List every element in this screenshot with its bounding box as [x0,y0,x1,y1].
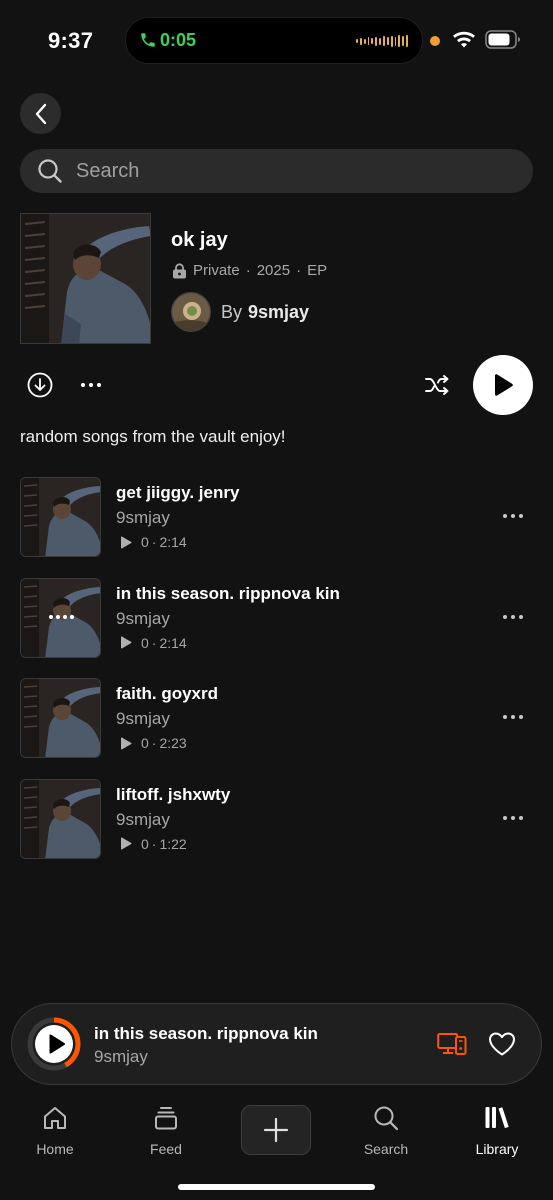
search-icon [374,1106,399,1131]
more-options-icon[interactable] [79,376,103,394]
track-stats: 0 · 1:22 [120,836,187,852]
by-label: By [221,301,243,322]
audio-waveform-icon [356,34,409,48]
visibility-label: Private [193,262,240,279]
avatar [171,292,211,332]
now-playing-indicator-icon [49,614,74,619]
more-options-icon[interactable] [501,708,525,726]
more-options-icon[interactable] [501,608,525,626]
album-title: ok jay [171,229,228,251]
home-icon [44,1107,66,1129]
track-title: faith. goyxrd [116,684,219,703]
upload-add-button[interactable] [241,1105,311,1155]
feed-icon [155,1107,177,1130]
more-options-icon[interactable] [501,809,525,827]
separator-dot: · [245,262,251,279]
play-count-icon [121,736,132,750]
mini-player-play-button[interactable] [27,1017,81,1071]
separator-dot: · [296,262,302,279]
separator-dot: · [151,634,157,651]
tab-library[interactable]: Library [457,1104,537,1157]
shuffle-icon[interactable] [424,373,451,397]
tab-label: Library [475,1141,519,1157]
track-artwork [20,678,101,758]
album-meta: Private · 2025 · EP [172,262,327,279]
connected-device-icon[interactable] [437,1031,467,1057]
track-row[interactable]: faith. goyxrd 9smjay 0 · 2:23 [20,678,533,758]
play-icon [495,374,513,396]
release-type: EP [307,262,328,279]
search-bar[interactable] [20,149,533,193]
tab-label: Home [36,1141,74,1157]
tab-bar: Home Feed Search Library [0,1094,553,1200]
track-artwork [20,477,101,557]
status-time: 9:37 [48,28,94,53]
track-title: liftoff. jshxwty [116,784,231,804]
status-bar: 9:37 0:05 [0,0,553,80]
mini-player[interactable]: in this season. rippnova kin 9smjay [11,1003,542,1085]
play-count: 0 [141,735,149,751]
more-options-icon[interactable] [501,507,525,525]
library-icon [485,1107,509,1129]
track-duration: 2:14 [159,634,187,651]
track-artwork [20,577,101,658]
artist-link[interactable]: By 9smjay [171,292,309,332]
release-year: 2025 [256,262,291,279]
play-count: 0 [141,634,149,651]
battery-icon [485,30,520,49]
play-all-button[interactable] [473,355,533,415]
track-row[interactable]: in this season. rippnova kin 9smjay 0 · … [20,577,533,658]
track-artwork [20,778,101,859]
play-count-icon [121,636,132,649]
play-count-icon [121,837,132,850]
play-count: 0 [141,835,149,852]
chevron-left-icon [35,103,46,124]
album-cover-image [21,214,150,343]
track-artist: 9smjay [116,608,170,628]
play-count-icon [121,535,132,549]
play-count: 0 [141,534,149,550]
download-icon[interactable] [27,372,53,398]
privacy-indicator-dot [430,36,440,46]
track-stats: 0 · 2:14 [120,534,187,550]
phone-icon [141,33,155,47]
track-duration: 2:14 [159,534,187,550]
wifi-icon [453,31,475,48]
tab-label: Search [363,1141,409,1157]
track-title: in this season. rippnova kin [116,583,340,603]
separator-dot: · [151,835,157,852]
track-title: get jiiggy. jenry [116,483,240,502]
track-duration: 1:22 [159,835,187,852]
album-cover-art[interactable] [20,213,151,344]
separator-dot: · [151,735,157,751]
separator-dot: · [151,534,157,550]
track-stats: 0 · 2:14 [120,635,187,651]
back-button[interactable] [20,93,61,134]
lock-icon [173,262,186,278]
track-artist: 9smjay [116,709,170,728]
track-artist: 9smjay [116,809,170,829]
track-stats: 0 · 2:23 [120,735,187,751]
album-description: random songs from the vault enjoy! [20,427,286,446]
tab-label: Feed [150,1141,182,1157]
tab-search[interactable]: Search [346,1104,426,1157]
track-artist: 9smjay [116,508,170,527]
call-timer: 0:05 [160,30,197,50]
search-input[interactable] [76,159,476,183]
tab-feed[interactable]: Feed [126,1104,206,1157]
dynamic-island[interactable]: 0:05 [125,17,423,64]
tab-home[interactable]: Home [15,1104,95,1157]
mini-player-title: in this season. rippnova kin [94,1024,318,1043]
track-duration: 2:23 [159,735,187,751]
heart-icon[interactable] [488,1031,516,1057]
home-indicator[interactable] [178,1184,375,1190]
track-row[interactable]: get jiiggy. jenry 9smjay 0 · 2:14 [20,477,533,557]
artist-name: 9smjay [248,301,310,322]
track-row[interactable]: liftoff. jshxwty 9smjay 0 · 1:22 [20,778,533,859]
search-icon [38,159,62,183]
plus-icon [263,1117,289,1143]
mini-player-artist: 9smjay [94,1047,148,1066]
